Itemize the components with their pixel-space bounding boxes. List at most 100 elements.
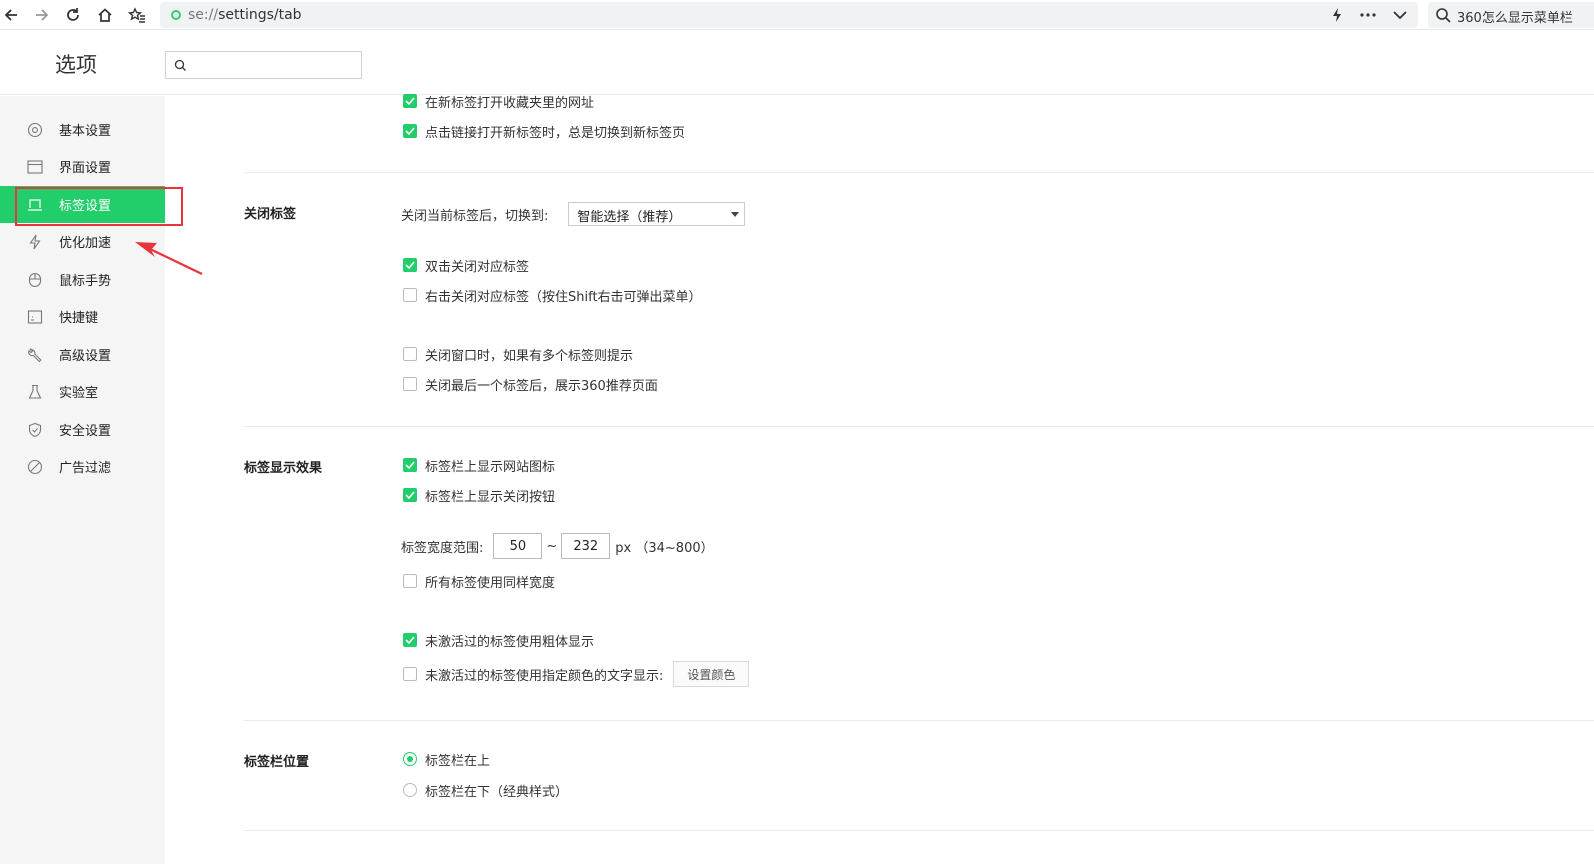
tab-width-separator: ~ xyxy=(546,538,558,554)
sidebar-item-label: 广告过滤 xyxy=(59,461,112,476)
sidebar-item-adblock[interactable]: 广告过滤 xyxy=(0,448,165,485)
close-switch-label: 关闭当前标签后，切换到: xyxy=(401,208,549,224)
checkbox-checked[interactable] xyxy=(403,94,417,108)
sidebar-item-security[interactable]: 安全设置 xyxy=(0,411,165,448)
check-icon xyxy=(405,636,415,644)
section-divider xyxy=(244,426,1594,427)
sidebar-item-advanced[interactable]: 高级设置 xyxy=(0,336,165,373)
section-divider xyxy=(244,830,1594,831)
option-switch-to-new-tab[interactable]: 点击链接打开新标签时，总是切换到新标签页 xyxy=(403,122,686,141)
sidebar-item-label: 标签设置 xyxy=(59,199,112,214)
shield-icon xyxy=(26,421,44,439)
settings-search-input[interactable] xyxy=(192,56,352,74)
block-icon xyxy=(26,458,44,476)
url-scheme: se:// xyxy=(188,7,219,23)
option-show-close-button[interactable]: 标签栏上显示关闭按钮 xyxy=(403,486,556,505)
option-right-click-close[interactable]: 右击关闭对应标签（按住Shift右击可弹出菜单） xyxy=(403,286,702,305)
option-label: 标签栏在上 xyxy=(425,753,491,769)
option-label: 未激活过的标签使用指定颜色的文字显示: xyxy=(425,668,664,684)
tab-width-row: 标签宽度范围: ~ px （34~800） xyxy=(401,532,714,560)
window-icon xyxy=(26,158,44,176)
toolbar-search[interactable]: 360怎么显示菜单栏 xyxy=(1428,2,1594,28)
checkbox-checked[interactable] xyxy=(403,124,417,138)
favorites-button[interactable] xyxy=(126,4,148,26)
sidebar-item-label: 鼠标手势 xyxy=(59,274,112,289)
option-label: 标签栏上显示网站图标 xyxy=(425,459,556,475)
keyboard-icon xyxy=(26,308,44,326)
tab-width-label: 标签宽度范围: xyxy=(401,540,484,556)
sidebar-item-basic[interactable]: 基本设置 xyxy=(0,111,165,148)
check-icon xyxy=(405,461,415,469)
checkbox-unchecked[interactable] xyxy=(403,574,417,588)
section-divider xyxy=(244,172,1594,173)
option-same-width[interactable]: 所有标签使用同样宽度 xyxy=(403,572,556,591)
check-icon xyxy=(405,261,415,269)
radio-unselected[interactable] xyxy=(403,783,417,797)
tab-width-min-input[interactable] xyxy=(493,533,543,559)
back-button[interactable] xyxy=(0,4,22,26)
arrow-right-icon xyxy=(36,9,49,21)
checkbox-checked[interactable] xyxy=(403,633,417,647)
settings-header: 选项 xyxy=(0,31,1594,95)
tab-width-unit: px （34~800） xyxy=(615,540,714,556)
option-bold-inactive[interactable]: 未激活过的标签使用粗体显示 xyxy=(403,631,595,650)
settings-search[interactable] xyxy=(165,51,362,79)
browser-toolbar: se://settings/tab 360怎么显示菜单栏 xyxy=(0,0,1594,30)
home-icon xyxy=(98,8,112,22)
checkbox-unchecked[interactable] xyxy=(403,288,417,302)
option-label: 所有标签使用同样宽度 xyxy=(425,575,556,591)
sidebar-item-tabs[interactable]: 标签设置 xyxy=(0,186,165,223)
check-icon xyxy=(405,97,415,105)
page-title: 选项 xyxy=(55,53,97,77)
option-label: 关闭窗口时，如果有多个标签则提示 xyxy=(425,348,634,364)
dropdown-button[interactable] xyxy=(1390,6,1410,24)
reload-button[interactable] xyxy=(62,4,84,26)
option-show-360-page[interactable]: 关闭最后一个标签后，展示360推荐页面 xyxy=(403,375,658,394)
sidebar-item-shortcuts[interactable]: 快捷键 xyxy=(0,298,165,335)
sidebar-item-label: 安全设置 xyxy=(59,424,112,439)
caret-down-icon xyxy=(731,212,740,217)
home-button[interactable] xyxy=(94,4,116,26)
forward-button[interactable] xyxy=(31,4,53,26)
checkbox-unchecked[interactable] xyxy=(403,347,417,361)
lightning-icon xyxy=(26,233,44,251)
option-tabbar-top[interactable]: 标签栏在上 xyxy=(403,750,491,769)
option-label: 标签栏上显示关闭按钮 xyxy=(425,489,556,505)
set-color-button[interactable]: 设置颜色 xyxy=(673,661,750,687)
option-label: 右击关闭对应标签（按住Shift右击可弹出菜单） xyxy=(425,289,702,305)
secure-icon xyxy=(171,10,181,20)
option-warn-multiple-tabs[interactable]: 关闭窗口时，如果有多个标签则提示 xyxy=(403,345,634,364)
more-button[interactable] xyxy=(1358,6,1378,24)
option-double-click-close[interactable]: 双击关闭对应标签 xyxy=(403,256,530,275)
option-color-inactive[interactable]: 未激活过的标签使用指定颜色的文字显示: 设置颜色 xyxy=(403,660,750,688)
checkbox-checked[interactable] xyxy=(403,258,417,272)
radio-selected[interactable] xyxy=(403,752,417,766)
checkbox-checked[interactable] xyxy=(403,488,417,502)
option-label: 双击关闭对应标签 xyxy=(425,259,530,275)
mouse-icon xyxy=(26,271,44,289)
checkbox-checked[interactable] xyxy=(403,458,417,472)
checkbox-unchecked[interactable] xyxy=(403,377,417,391)
close-switch-row: 关闭当前标签后，切换到: 智能选择（推荐） xyxy=(401,201,746,227)
option-open-favorites-new-tab[interactable]: 在新标签打开收藏夹里的网址 xyxy=(403,92,595,111)
tab-width-max-input[interactable] xyxy=(561,533,611,559)
settings-content: 在新标签打开收藏夹里的网址 点击链接打开新标签时，总是切换到新标签页 关闭标签 … xyxy=(165,94,1594,864)
option-label: 未激活过的标签使用粗体显示 xyxy=(425,634,595,650)
option-label: 关闭最后一个标签后，展示360推荐页面 xyxy=(425,378,658,394)
sidebar-item-label: 界面设置 xyxy=(59,161,112,176)
checkbox-unchecked[interactable] xyxy=(403,667,417,681)
star-list-icon xyxy=(128,7,145,23)
close-switch-value: 智能选择（推荐） xyxy=(577,210,682,225)
section-title-position: 标签栏位置 xyxy=(244,755,310,770)
address-bar[interactable]: se://settings/tab xyxy=(160,2,1418,28)
sidebar-item-ui[interactable]: 界面设置 xyxy=(0,148,165,185)
speedup-button[interactable] xyxy=(1327,6,1347,24)
close-switch-select[interactable]: 智能选择（推荐） xyxy=(568,202,746,226)
option-show-favicon[interactable]: 标签栏上显示网站图标 xyxy=(403,456,556,475)
sidebar-item-label: 快捷键 xyxy=(59,311,99,326)
option-tabbar-bottom[interactable]: 标签栏在下（经典样式） xyxy=(403,781,568,800)
arrow-left-icon xyxy=(4,9,17,21)
option-label: 点击链接打开新标签时，总是切换到新标签页 xyxy=(425,125,686,141)
option-label: 在新标签打开收藏夹里的网址 xyxy=(425,95,595,111)
sidebar-item-lab[interactable]: 实验室 xyxy=(0,373,165,410)
